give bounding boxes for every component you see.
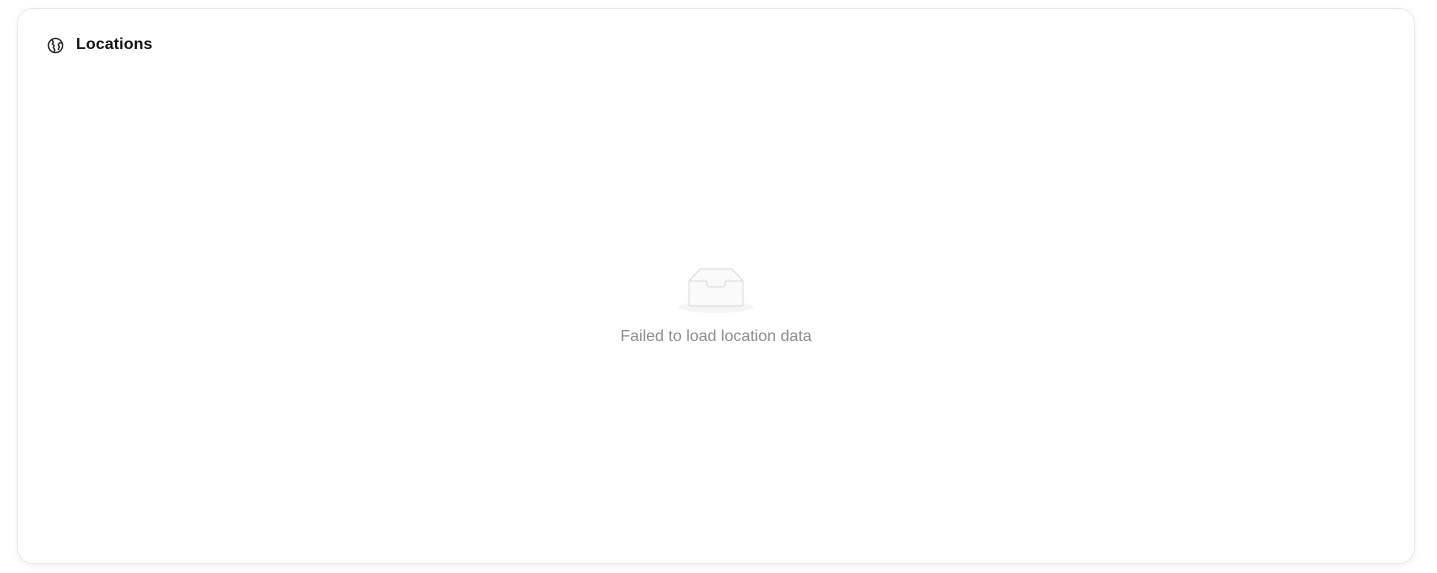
card-header: Locations	[47, 36, 152, 54]
empty-state: Failed to load location data	[18, 264, 1414, 346]
card-title: Locations	[76, 36, 153, 53]
empty-state-message: Failed to load location data	[620, 328, 812, 345]
locations-card: Locations Failed to load location data	[17, 8, 1415, 564]
empty-inbox-icon	[677, 264, 755, 314]
globe-icon	[47, 37, 64, 54]
